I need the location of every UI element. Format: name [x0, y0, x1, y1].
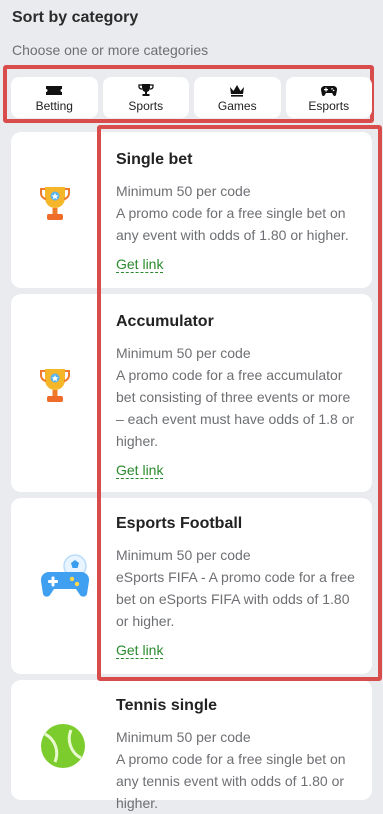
- promo-card-accumulator: Accumulator Minimum 50 per code A promo …: [11, 294, 372, 492]
- category-label: Sports: [128, 98, 164, 113]
- tennis-ball-icon: [41, 724, 85, 768]
- card-minimum: Minimum 50 per code: [116, 729, 251, 745]
- sort-header: Sort by category Choose one or more cate…: [0, 0, 383, 59]
- promo-card-tennis-single: Tennis single Minimum 50 per code A prom…: [11, 680, 372, 811]
- card-title: Tennis single: [116, 697, 218, 714]
- card-description: A promo code for a free single bet on an…: [116, 751, 346, 811]
- card-title: Accumulator: [116, 313, 214, 330]
- gamepad-ball-icon: [40, 554, 90, 597]
- category-label: Betting: [35, 98, 73, 113]
- trophy-icon: [138, 83, 154, 96]
- card-minimum: Minimum 50 per code: [116, 547, 251, 563]
- gamepad-icon: [320, 85, 337, 96]
- category-sports-button[interactable]: Sports: [102, 77, 189, 118]
- card-title: Esports Football: [116, 515, 243, 532]
- card-description: A promo code for a free single bet on an…: [116, 205, 349, 243]
- promo-card-single-bet: Single bet Minimum 50 per code A promo c…: [11, 132, 372, 288]
- card-title: Single bet: [116, 151, 193, 168]
- crown-icon: [230, 84, 245, 97]
- category-esports-button[interactable]: Esports: [285, 77, 372, 118]
- card-description: eSports FIFA - A promo code for a free b…: [116, 569, 355, 629]
- card-minimum: Minimum 50 per code: [116, 345, 251, 361]
- category-label: Esports: [308, 98, 350, 113]
- gold-cup-icon: [39, 369, 71, 402]
- page-title: Sort by category: [12, 9, 139, 26]
- ticket-icon: [46, 85, 63, 95]
- get-link-button[interactable]: Get link: [116, 642, 164, 659]
- category-label: Games: [217, 98, 257, 113]
- category-games-button[interactable]: Games: [194, 77, 281, 118]
- card-minimum: Minimum 50 per code: [116, 183, 251, 199]
- gold-cup-icon: [39, 187, 71, 220]
- category-filter-row: Betting Sports Games Esports: [11, 77, 372, 118]
- category-betting-button[interactable]: Betting: [11, 77, 98, 118]
- page-subtitle: Choose one or more categories: [12, 42, 209, 58]
- promo-card-esports-football: Esports Football Minimum 50 per code eSp…: [11, 498, 372, 674]
- get-link-button[interactable]: Get link: [116, 256, 164, 273]
- get-link-button[interactable]: Get link: [116, 462, 164, 479]
- card-description: A promo code for a free accumulator bet …: [116, 367, 355, 449]
